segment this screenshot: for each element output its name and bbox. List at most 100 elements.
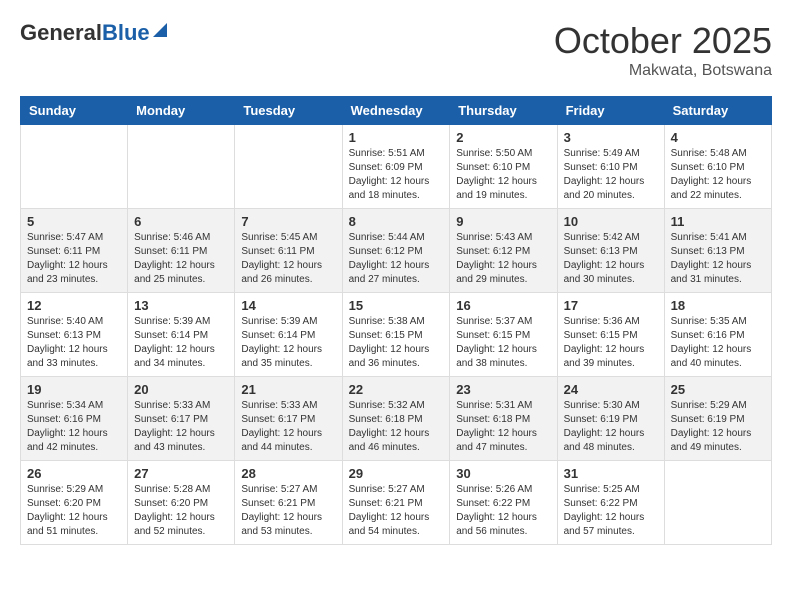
day-info: Sunrise: 5:36 AM Sunset: 6:15 PM Dayligh… [564,315,658,371]
day-info: Sunrise: 5:44 AM Sunset: 6:12 PM Dayligh… [349,231,444,287]
calendar-cell: 12 Sunrise: 5:40 AM Sunset: 6:13 PM Dayli… [21,293,128,377]
month-title: October 2025 [554,20,772,62]
calendar-cell: 7Sunrise: 5:45 AM Sunset: 6:11 PM Daylig… [235,209,342,293]
calendar-cell: 25Sunrise: 5:29 AM Sunset: 6:19 PM Dayli… [664,377,771,461]
page-header: General Blue October 2025 Makwata, Botsw… [20,20,772,80]
calendar-cell: 9 Sunrise: 5:43 AM Sunset: 6:12 PM Daylig… [450,209,557,293]
day-number: 11 [671,214,765,229]
weekday-header-cell: Tuesday [235,97,342,125]
day-number: 6 [134,214,228,229]
day-number: 15 [349,298,444,313]
day-info: Sunrise: 5:41 AM Sunset: 6:13 PM Dayligh… [671,231,765,287]
day-number: 30 [456,466,550,481]
day-info: Sunrise: 5:40 AM Sunset: 6:13 PM Dayligh… [27,315,121,371]
day-number: 24 [564,382,658,397]
calendar-cell [235,125,342,209]
day-info: Sunrise: 5:25 AM Sunset: 6:22 PM Dayligh… [564,483,658,539]
day-info: Sunrise: 5:32 AM Sunset: 6:18 PM Dayligh… [349,399,444,455]
calendar-week-row: 26Sunrise: 5:29 AM Sunset: 6:20 PM Dayli… [21,461,772,545]
calendar-table: SundayMondayTuesdayWednesdayThursdayFrid… [20,96,772,545]
day-number: 31 [564,466,658,481]
calendar-cell: 20 Sunrise: 5:33 AM Sunset: 6:17 PM Dayli… [128,377,235,461]
calendar-cell [664,461,771,545]
weekday-header-cell: Wednesday [342,97,450,125]
day-number: 3 [564,130,658,145]
day-number: 12 [27,298,121,313]
day-number: 14 [241,298,335,313]
calendar-cell: 26Sunrise: 5:29 AM Sunset: 6:20 PM Dayli… [21,461,128,545]
logo-blue-text: Blue [102,20,150,46]
day-info: Sunrise: 5:28 AM Sunset: 6:20 PM Dayligh… [134,483,228,539]
weekday-header-row: SundayMondayTuesdayWednesdayThursdayFrid… [21,97,772,125]
calendar-cell: 21 Sunrise: 5:33 AM Sunset: 6:17 PM Dayli… [235,377,342,461]
calendar-cell: 19Sunrise: 5:34 AM Sunset: 6:16 PM Dayli… [21,377,128,461]
day-number: 10 [564,214,658,229]
day-info: Sunrise: 5:26 AM Sunset: 6:22 PM Dayligh… [456,483,550,539]
day-number: 26 [27,466,121,481]
weekday-header-cell: Thursday [450,97,557,125]
day-number: 5 [27,214,121,229]
day-info: Sunrise: 5:48 AM Sunset: 6:10 PM Dayligh… [671,147,765,203]
calendar-cell: 29 Sunrise: 5:27 AM Sunset: 6:21 PM Dayli… [342,461,450,545]
calendar-cell: 28 Sunrise: 5:27 AM Sunset: 6:21 PM Dayli… [235,461,342,545]
logo: General Blue [20,20,167,46]
calendar-cell: 22 Sunrise: 5:32 AM Sunset: 6:18 PM Dayli… [342,377,450,461]
calendar-cell: 23Sunrise: 5:31 AM Sunset: 6:18 PM Dayli… [450,377,557,461]
day-number: 18 [671,298,765,313]
day-info: Sunrise: 5:50 AM Sunset: 6:10 PM Dayligh… [456,147,550,203]
day-info: Sunrise: 5:37 AM Sunset: 6:15 PM Dayligh… [456,315,550,371]
day-info: Sunrise: 5:31 AM Sunset: 6:18 PM Dayligh… [456,399,550,455]
calendar-cell: 14 Sunrise: 5:39 AM Sunset: 6:14 PM Dayli… [235,293,342,377]
calendar-week-row: 12 Sunrise: 5:40 AM Sunset: 6:13 PM Dayli… [21,293,772,377]
day-number: 8 [349,214,444,229]
weekday-header-cell: Monday [128,97,235,125]
day-info: Sunrise: 5:38 AM Sunset: 6:15 PM Dayligh… [349,315,444,371]
calendar-cell: 30 Sunrise: 5:26 AM Sunset: 6:22 PM Dayli… [450,461,557,545]
day-number: 7 [241,214,335,229]
day-number: 17 [564,298,658,313]
calendar-cell: 13Sunrise: 5:39 AM Sunset: 6:14 PM Dayli… [128,293,235,377]
day-number: 16 [456,298,550,313]
logo-general-text: General [20,20,102,46]
day-number: 9 [456,214,550,229]
weekday-header-cell: Sunday [21,97,128,125]
day-info: Sunrise: 5:33 AM Sunset: 6:17 PM Dayligh… [241,399,335,455]
location-title: Makwata, Botswana [554,62,772,80]
day-number: 1 [349,130,444,145]
calendar-cell: 18Sunrise: 5:35 AM Sunset: 6:16 PM Dayli… [664,293,771,377]
title-block: October 2025 Makwata, Botswana [554,20,772,80]
calendar-cell: 16 Sunrise: 5:37 AM Sunset: 6:15 PM Dayli… [450,293,557,377]
calendar-cell: 4Sunrise: 5:48 AM Sunset: 6:10 PM Daylig… [664,125,771,209]
weekday-header-cell: Saturday [664,97,771,125]
day-info: Sunrise: 5:29 AM Sunset: 6:19 PM Dayligh… [671,399,765,455]
day-info: Sunrise: 5:33 AM Sunset: 6:17 PM Dayligh… [134,399,228,455]
day-number: 22 [349,382,444,397]
day-info: Sunrise: 5:27 AM Sunset: 6:21 PM Dayligh… [241,483,335,539]
day-number: 28 [241,466,335,481]
calendar-cell: 15 Sunrise: 5:38 AM Sunset: 6:15 PM Dayli… [342,293,450,377]
day-info: Sunrise: 5:27 AM Sunset: 6:21 PM Dayligh… [349,483,444,539]
calendar-week-row: 19Sunrise: 5:34 AM Sunset: 6:16 PM Dayli… [21,377,772,461]
logo-icon [153,19,167,37]
calendar-cell: 24Sunrise: 5:30 AM Sunset: 6:19 PM Dayli… [557,377,664,461]
calendar-cell: 11 Sunrise: 5:41 AM Sunset: 6:13 PM Dayli… [664,209,771,293]
calendar-cell: 31 Sunrise: 5:25 AM Sunset: 6:22 PM Dayli… [557,461,664,545]
day-info: Sunrise: 5:43 AM Sunset: 6:12 PM Dayligh… [456,231,550,287]
calendar-cell: 5Sunrise: 5:47 AM Sunset: 6:11 PM Daylig… [21,209,128,293]
day-number: 19 [27,382,121,397]
day-number: 21 [241,382,335,397]
calendar-cell: 3 Sunrise: 5:49 AM Sunset: 6:10 PM Daylig… [557,125,664,209]
calendar-cell: 6Sunrise: 5:46 AM Sunset: 6:11 PM Daylig… [128,209,235,293]
day-number: 2 [456,130,550,145]
day-number: 20 [134,382,228,397]
day-number: 29 [349,466,444,481]
day-info: Sunrise: 5:42 AM Sunset: 6:13 PM Dayligh… [564,231,658,287]
day-info: Sunrise: 5:49 AM Sunset: 6:10 PM Dayligh… [564,147,658,203]
calendar-week-row: 1 Sunrise: 5:51 AM Sunset: 6:09 PM Daylig… [21,125,772,209]
day-info: Sunrise: 5:51 AM Sunset: 6:09 PM Dayligh… [349,147,444,203]
calendar-cell: 8 Sunrise: 5:44 AM Sunset: 6:12 PM Daylig… [342,209,450,293]
calendar-cell: 2 Sunrise: 5:50 AM Sunset: 6:10 PM Daylig… [450,125,557,209]
day-number: 13 [134,298,228,313]
calendar-cell [21,125,128,209]
day-info: Sunrise: 5:39 AM Sunset: 6:14 PM Dayligh… [241,315,335,371]
